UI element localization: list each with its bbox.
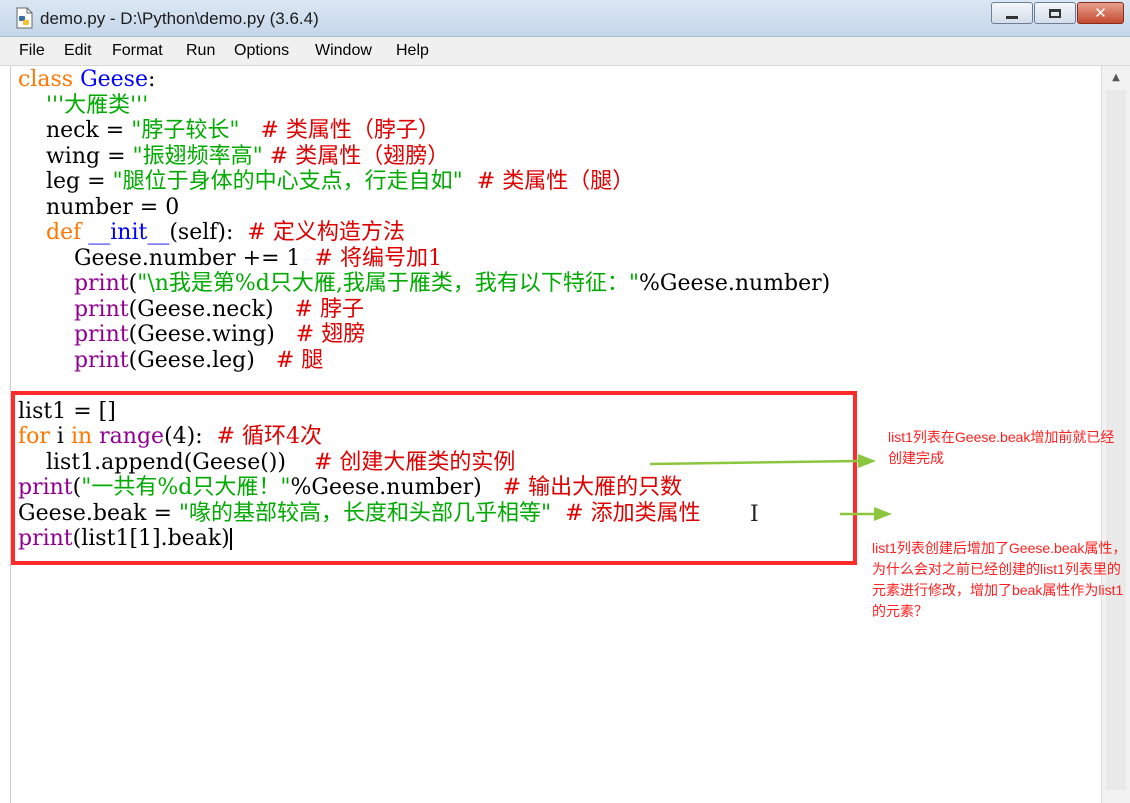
arrow-icon (649, 454, 876, 468)
arrow-icon (840, 507, 892, 521)
annotation-note-2: list1列表创建后增加了Geese.beak属性，为什么会对之前已经创建的li… (872, 540, 1127, 619)
annotation-note-1: list1列表在Geese.beak增加前就已经创建完成 (888, 429, 1115, 466)
annotation-arrows (649, 454, 892, 521)
